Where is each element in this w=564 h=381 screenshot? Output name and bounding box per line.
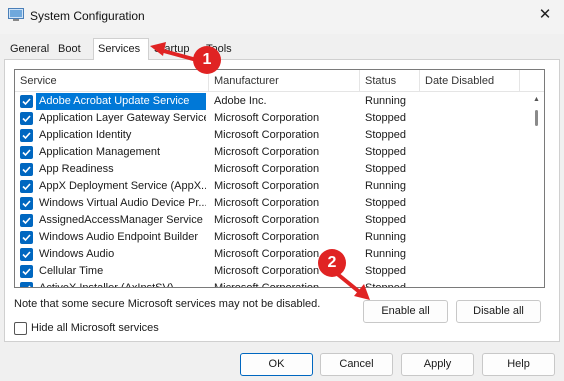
annotation-arrow-1 — [150, 42, 195, 61]
annotation-badge-1: 1 — [193, 46, 221, 74]
tab-services[interactable]: Services — [93, 38, 149, 60]
annotation-badge-2: 2 — [318, 249, 346, 277]
annotation-arrows — [150, 42, 370, 300]
